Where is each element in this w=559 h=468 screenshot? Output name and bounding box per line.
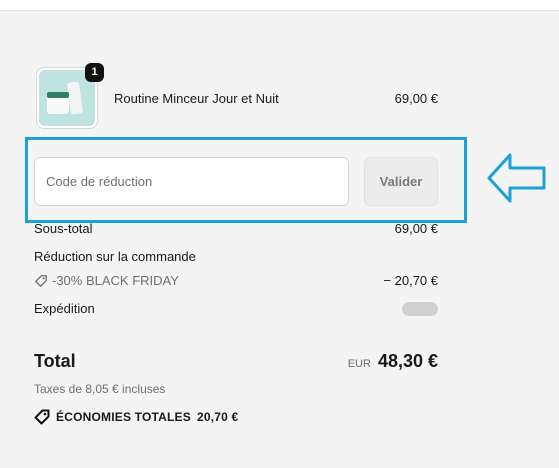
total-label: Total	[34, 351, 76, 371]
savings-value: 20,70 €	[196, 410, 239, 424]
product-name: Routine Minceur Jour et Nuit	[114, 91, 279, 106]
discount-value: − 20,70 €	[383, 273, 438, 288]
total-amount: 48,30 €	[377, 351, 438, 371]
shipping-row: Expédition	[34, 301, 438, 316]
subtotal-label: Sous-total	[34, 221, 93, 236]
taxes-included-text: Taxes de 8,05 € incluses	[34, 382, 166, 396]
discount-code-row: -30% BLACK FRIDAY − 20,70 €	[34, 273, 438, 288]
tag-bold-icon	[34, 409, 50, 425]
total-savings: ÉCONOMIES TOTALES 20,70 €	[34, 409, 238, 425]
subtotal-value: 69,00 €	[394, 221, 438, 236]
shipping-value-placeholder	[402, 301, 438, 316]
order-discount-row: Réduction sur la commande	[34, 249, 438, 264]
shipping-label: Expédition	[34, 301, 95, 316]
savings-label: ÉCONOMIES TOTALES	[56, 410, 191, 424]
total-value-group: EUR 48,30 €	[348, 351, 438, 372]
total-currency: EUR	[347, 358, 371, 370]
order-summary-panel: 1 Routine Minceur Jour et Nuit 69,00 € V…	[0, 10, 559, 468]
product-price: 69,00 €	[394, 91, 438, 106]
discount-code-input[interactable]	[34, 157, 349, 206]
quantity-badge: 1	[85, 63, 104, 82]
subtotal-row: Sous-total 69,00 €	[34, 221, 438, 236]
discount-code-label: -30% BLACK FRIDAY	[52, 273, 179, 288]
order-discount-label: Réduction sur la commande	[34, 249, 196, 264]
left-arrow-annotation-icon	[487, 153, 546, 203]
tag-icon	[35, 274, 47, 287]
validate-discount-button[interactable]: Valider	[364, 157, 438, 206]
discount-code-tag: -30% BLACK FRIDAY	[34, 273, 179, 288]
